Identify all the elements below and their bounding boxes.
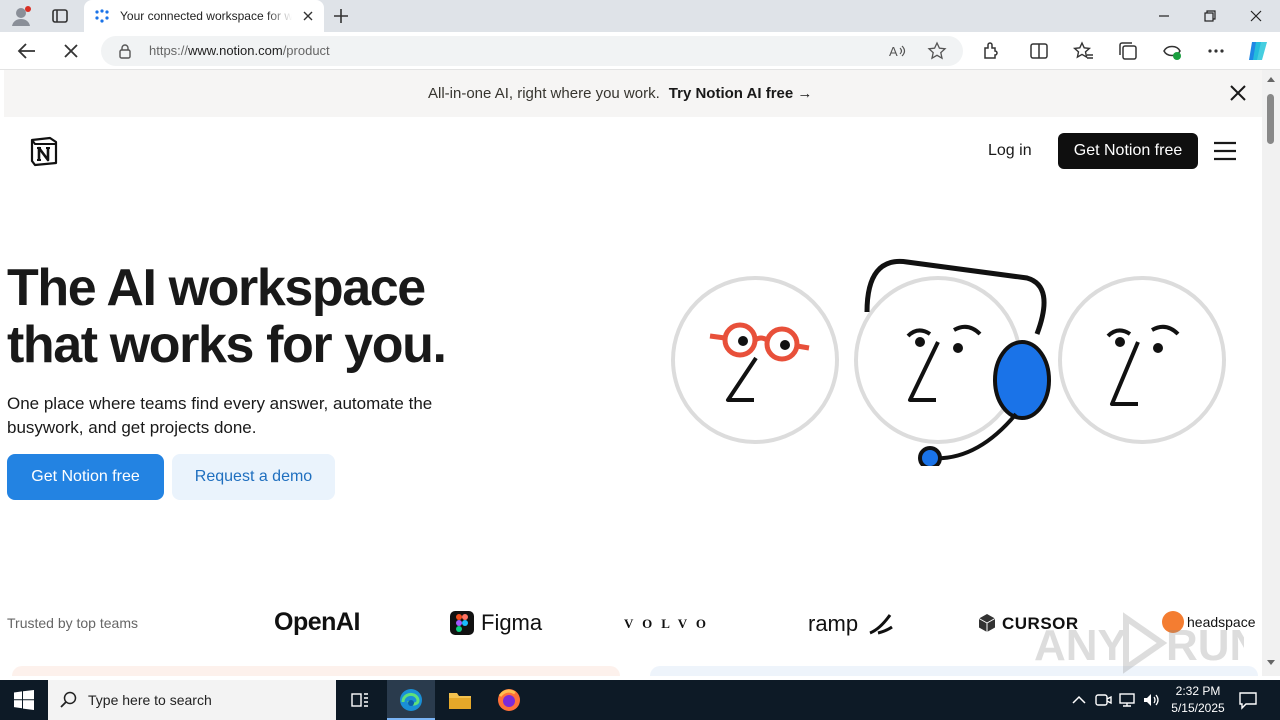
- edge-browser-icon: [400, 689, 422, 711]
- trusted-by-label: Trusted by top teams: [7, 615, 138, 631]
- svg-text:A: A: [889, 44, 898, 59]
- taskbar-clock[interactable]: 2:32 PM 5/15/2025: [1162, 683, 1234, 717]
- face-glasses-illustration: [671, 276, 839, 444]
- task-view-icon: [351, 693, 368, 707]
- restore-icon[interactable]: [1200, 6, 1220, 26]
- banner-text-row: All-in-one AI, right where you work. Try …: [428, 85, 812, 102]
- clock-date: 5/15/2025: [1171, 701, 1225, 715]
- openai-logo: OpenAI: [274, 608, 360, 636]
- loading-dots-icon: [95, 9, 109, 23]
- task-view-button[interactable]: [336, 680, 384, 720]
- hamburger-menu-icon[interactable]: [1212, 140, 1238, 162]
- face-plain-illustration: [1058, 276, 1226, 444]
- stop-loading-icon[interactable]: [60, 40, 82, 62]
- hero-get-notion-free-button[interactable]: Get Notion free: [7, 454, 164, 500]
- taskbar-firefox-button[interactable]: [485, 680, 533, 720]
- url-scheme: https://: [149, 43, 189, 58]
- folder-icon: [449, 693, 471, 709]
- svg-text:RUN: RUN: [1166, 621, 1244, 670]
- taskbar-search-box[interactable]: Type here to search: [48, 680, 336, 720]
- firefox-icon: [498, 689, 520, 711]
- windows-start-icon[interactable]: [14, 690, 34, 710]
- volume-icon[interactable]: [1142, 691, 1160, 709]
- svg-text:ANY: ANY: [1034, 621, 1127, 670]
- nav-get-notion-free-button[interactable]: Get Notion free: [1058, 133, 1198, 169]
- hero-title-line-1: The AI workspace: [7, 259, 426, 317]
- hero-faces-illustration: [671, 258, 1226, 466]
- url-text[interactable]: https://www.notion.com/product: [149, 43, 330, 58]
- ramp-wordmark: ramp: [808, 611, 859, 636]
- page-scrollbar[interactable]: [1262, 70, 1280, 676]
- taskbar-file-explorer-button[interactable]: [436, 680, 484, 720]
- taskbar-search-placeholder: Type here to search: [88, 692, 212, 708]
- performance-icon[interactable]: [1161, 40, 1183, 62]
- lock-icon[interactable]: [117, 43, 133, 59]
- face-headset-illustration: [854, 258, 1051, 466]
- notifications-icon[interactable]: [1238, 690, 1258, 710]
- ramp-logo: ramp: [808, 611, 893, 643]
- browser-toolbar: https://www.notion.com/product A: [0, 32, 1280, 70]
- show-hidden-icons-chevron-icon[interactable]: [1070, 691, 1088, 709]
- close-banner-icon[interactable]: [1228, 83, 1248, 103]
- more-options-icon[interactable]: [1205, 40, 1227, 62]
- collections-icon[interactable]: [1117, 40, 1139, 62]
- extensions-icon[interactable]: [980, 40, 1002, 62]
- cursor-cube-icon: [978, 614, 996, 632]
- hero-subtitle: One place where teams find every answer,…: [7, 394, 433, 437]
- tab-actions-icon[interactable]: [50, 6, 70, 26]
- meet-now-icon[interactable]: [1094, 691, 1112, 709]
- favorites-icon[interactable]: [1072, 40, 1094, 62]
- url-host: www.notion.com: [188, 43, 283, 58]
- page-viewport: All-in-one AI, right where you work. Try …: [4, 70, 1262, 676]
- taskbar-edge-button[interactable]: [387, 680, 435, 720]
- login-link[interactable]: Log in: [988, 142, 1032, 160]
- clock-time: 2:32 PM: [1175, 684, 1221, 698]
- address-bar[interactable]: https://www.notion.com/product A: [101, 36, 963, 66]
- tab-notion[interactable]: Your connected workspace for wiki, docs …: [84, 0, 324, 32]
- notion-logo-icon[interactable]: [28, 135, 60, 167]
- profile-avatar-icon[interactable]: [10, 5, 32, 27]
- figma-wordmark: Figma: [481, 610, 543, 635]
- hero-title-line-2: that works for you.: [7, 316, 447, 374]
- browser-tab-strip: Your connected workspace for wiki, docs …: [0, 0, 1280, 32]
- anyrun-watermark-icon: ANY RUN: [1034, 612, 1244, 674]
- request-demo-button[interactable]: Request a demo: [172, 454, 335, 500]
- url-path: /product: [282, 43, 330, 58]
- scroll-down-arrow-icon[interactable]: [1267, 658, 1275, 666]
- promo-banner: All-in-one AI, right where you work. Try …: [4, 70, 1262, 117]
- windows-taskbar: Type here to search 2:32 PM 5/15/2025: [0, 680, 1280, 720]
- feature-card-peek-left: [12, 666, 620, 676]
- close-tab-icon[interactable]: [300, 8, 316, 24]
- network-icon[interactable]: [1118, 691, 1136, 709]
- try-notion-ai-link[interactable]: Try Notion AI free →: [669, 85, 813, 102]
- ramp-mark-icon: [869, 614, 893, 635]
- minimize-icon[interactable]: [1154, 6, 1174, 26]
- tab-title: Your connected workspace for wiki, docs …: [120, 9, 292, 23]
- banner-message: All-in-one AI, right where you work.: [428, 85, 660, 102]
- split-screen-icon[interactable]: [1028, 40, 1050, 62]
- search-icon: [60, 691, 77, 708]
- back-icon[interactable]: [16, 40, 38, 62]
- figma-icon: [450, 611, 474, 635]
- close-window-icon[interactable]: [1246, 6, 1266, 26]
- scrollbar-thumb[interactable]: [1267, 94, 1274, 144]
- new-tab-icon[interactable]: [332, 7, 350, 25]
- favorite-star-icon[interactable]: [927, 41, 947, 61]
- read-aloud-icon[interactable]: A: [887, 41, 907, 61]
- scroll-up-arrow-icon[interactable]: [1267, 76, 1275, 84]
- volvo-logo: VOLVO: [624, 616, 715, 631]
- copilot-icon[interactable]: [1246, 39, 1270, 63]
- hero-title: The AI workspace that works for you.: [7, 260, 527, 374]
